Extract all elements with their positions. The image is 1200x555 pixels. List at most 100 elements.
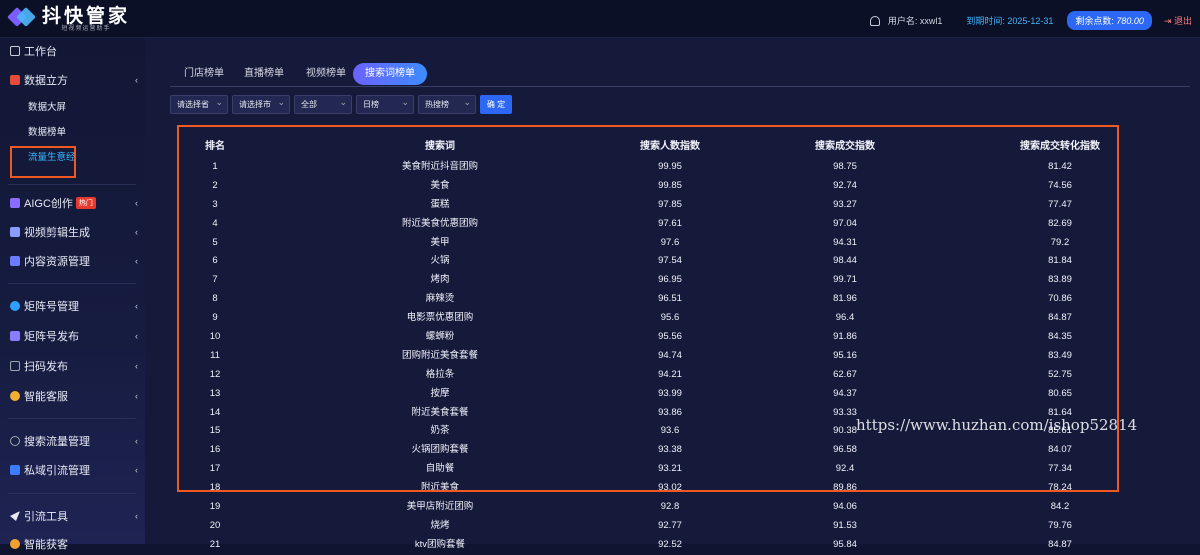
rank-cell: 18 [209, 482, 221, 494]
sidebar-item-matrix-publish[interactable]: 矩阵号发布 ‹ [10, 326, 138, 346]
table-row[interactable]: 12 格拉条 94.21 62.67 52.75 [170, 366, 1140, 385]
table-row[interactable]: 6 火锅 97.54 98.44 81.84 [170, 252, 1140, 271]
private-icon [10, 465, 20, 475]
top-header: 抖快管家 短视频运营助手 用户名: xxwl1 到期时间: 2025-12-31… [0, 0, 1200, 38]
deals-cell: 98.75 [833, 161, 857, 172]
tab-search-words[interactable]: 搜索词榜单 [353, 63, 427, 85]
search-icon [10, 436, 20, 446]
sidebar-item-matrix-mgmt[interactable]: 矩阵号管理 ‹ [10, 296, 138, 316]
term-cell: 螺蛳粉 [425, 331, 455, 343]
rank-cell: 21 [209, 538, 221, 550]
conversion-cell: 79.2 [1050, 236, 1070, 248]
term-cell: 附近美食套餐 [411, 406, 469, 418]
sidebar-subitem-data-screen[interactable]: 数据大屏 [28, 100, 66, 116]
points-badge: 剩余点数: 780.00 [1067, 11, 1152, 30]
sidebar-item-aigc[interactable]: AIGC创作 热门 ‹ [10, 193, 138, 213]
sidebar-item-label: 搜索流量管理 [24, 436, 90, 448]
filter-bar: 请选择省 请选择市 全部 日榜 热搜榜 确 定 [170, 94, 512, 115]
divider [8, 493, 136, 494]
sidebar-item-data-cube[interactable]: 数据立方 ‹ [10, 70, 138, 90]
sidebar-item-label: 私域引流管理 [24, 465, 90, 477]
users-cell: 93.86 [658, 406, 682, 418]
conversion-cell: 74.56 [1048, 179, 1072, 191]
header-search-term[interactable]: 搜索词 [300, 136, 580, 158]
sidebar-item-video-edit[interactable]: 视频剪辑生成 ‹ [10, 222, 138, 242]
table-row[interactable]: 21 ktv团购套餐 92.52 95.84 84.87 [170, 536, 1140, 555]
app-logo[interactable]: 抖快管家 短视频运营助手 [7, 5, 130, 33]
table-row[interactable]: 17 自助餐 93.21 92.4 77.34 [170, 460, 1140, 479]
table-row[interactable]: 18 附近美食 93.02 89.86 78.24 [170, 479, 1140, 498]
chevron-left-icon: ‹ [135, 465, 138, 475]
table-row[interactable]: 8 麻辣烫 96.51 81.96 70.86 [170, 290, 1140, 309]
tab-live[interactable]: 直播榜单 [240, 63, 288, 85]
sidebar-item-cut[interactable]: 智能获客 [10, 534, 138, 554]
table-row[interactable]: 16 火锅团购套餐 93.38 96.58 84.07 [170, 441, 1140, 460]
users-cell: 96.51 [658, 293, 682, 305]
table-row[interactable]: 2 美食 99.85 92.74 74.56 [170, 177, 1140, 196]
logout-label: 退出 [1173, 16, 1192, 26]
sidebar-item-label: 视频剪辑生成 [24, 227, 90, 239]
conversion-cell: 77.47 [1048, 198, 1072, 210]
sidebar-item-label: 矩阵号发布 [24, 331, 79, 343]
sidebar-item-search-traffic[interactable]: 搜索流量管理 ‹ [10, 431, 138, 451]
conversion-cell: 81.42 [1048, 161, 1072, 172]
table-row[interactable]: 5 美甲 97.6 94.31 79.2 [170, 234, 1140, 253]
sidebar-item-scan-publish[interactable]: 扫码发布 ‹ [10, 356, 138, 376]
term-cell: 美甲 [430, 236, 450, 248]
period-select[interactable]: 日榜 [356, 94, 414, 114]
sidebar-subitem-data-rankings[interactable]: 数据榜单 [28, 125, 66, 141]
sidebar-item-label: 工作台 [24, 46, 57, 58]
logo-icon [7, 5, 36, 33]
table-row[interactable]: 1 美食附近抖音团购 99.95 98.75 81.42 [170, 158, 1140, 177]
table-row[interactable]: 13 按摩 93.99 94.37 80.65 [170, 385, 1140, 404]
deals-cell: 97.04 [833, 217, 857, 229]
sidebar-item-workbench[interactable]: 工作台 [10, 41, 138, 61]
conversion-cell: 78.24 [1048, 482, 1072, 494]
table-row[interactable]: 3 蛋糕 97.85 93.27 77.47 [170, 196, 1140, 215]
header-search-users[interactable]: 搜索人数指数 [610, 136, 730, 158]
table-row[interactable]: 4 附近美食优惠团购 97.61 97.04 82.69 [170, 215, 1140, 234]
province-select[interactable]: 请选择省 [170, 94, 228, 114]
conversion-cell: 70.86 [1048, 293, 1072, 305]
send-icon [10, 511, 20, 521]
chart-icon [10, 46, 20, 56]
table-row[interactable]: 19 美甲店附近团购 92.8 94.06 84.2 [170, 498, 1140, 517]
tab-video[interactable]: 视频榜单 [302, 63, 350, 85]
category-select[interactable]: 全部 [294, 94, 352, 114]
table-row[interactable]: 7 烤肉 96.95 99.71 83.89 [170, 271, 1140, 290]
term-cell: ktv团购套餐 [414, 538, 466, 550]
conversion-cell: 52.75 [1048, 368, 1072, 380]
tab-store[interactable]: 门店榜单 [180, 63, 228, 85]
header-rank[interactable]: 排名 [190, 136, 240, 158]
logout-button[interactable]: ⇥ 退出 [1164, 14, 1192, 27]
city-select[interactable]: 请选择市 [232, 94, 290, 114]
sidebar-item-smart-service[interactable]: 智能客服 ‹ [10, 386, 138, 406]
type-select[interactable]: 热搜榜 [418, 94, 476, 114]
confirm-button[interactable]: 确 定 [480, 95, 512, 114]
divider [8, 184, 136, 185]
bell-icon[interactable] [869, 15, 880, 26]
sidebar-item-label: AIGC创作 [24, 198, 73, 210]
term-cell: 烤肉 [430, 274, 450, 286]
table-row[interactable]: 9 电影票优惠团购 95.6 96.4 84.87 [170, 309, 1140, 328]
sidebar-item-traffic-tools[interactable]: 引流工具 ‹ [10, 506, 138, 526]
users-cell: 97.6 [660, 236, 680, 248]
term-cell: 电影票优惠团购 [406, 312, 474, 324]
rank-cell: 3 [212, 198, 218, 210]
expire-date: 到期时间: 2025-12-31 [966, 16, 1054, 26]
rank-cell: 1 [212, 161, 218, 172]
rank-cell: 14 [209, 406, 221, 418]
chevron-left-icon: ‹ [135, 301, 138, 311]
sidebar-item-content-mgmt[interactable]: 内容资源管理 ‹ [10, 251, 138, 271]
rank-cell: 10 [209, 331, 221, 343]
sidebar-item-private-traffic[interactable]: 私域引流管理 ‹ [10, 460, 138, 480]
rank-cell: 17 [209, 463, 221, 475]
table-row[interactable]: 20 烧烤 92.77 91.53 79.76 [170, 517, 1140, 536]
table-row[interactable]: 11 团购附近美食套餐 94.74 95.16 83.49 [170, 347, 1140, 366]
table-row[interactable]: 10 螺蛳粉 95.56 91.86 84.35 [170, 328, 1140, 347]
deals-cell: 95.16 [833, 349, 857, 361]
header-conversion[interactable]: 搜索成交转化指数 [990, 136, 1130, 158]
term-cell: 附近美食优惠团购 [401, 217, 478, 229]
deals-cell: 91.86 [833, 331, 857, 343]
header-search-deals[interactable]: 搜索成交指数 [785, 136, 905, 158]
